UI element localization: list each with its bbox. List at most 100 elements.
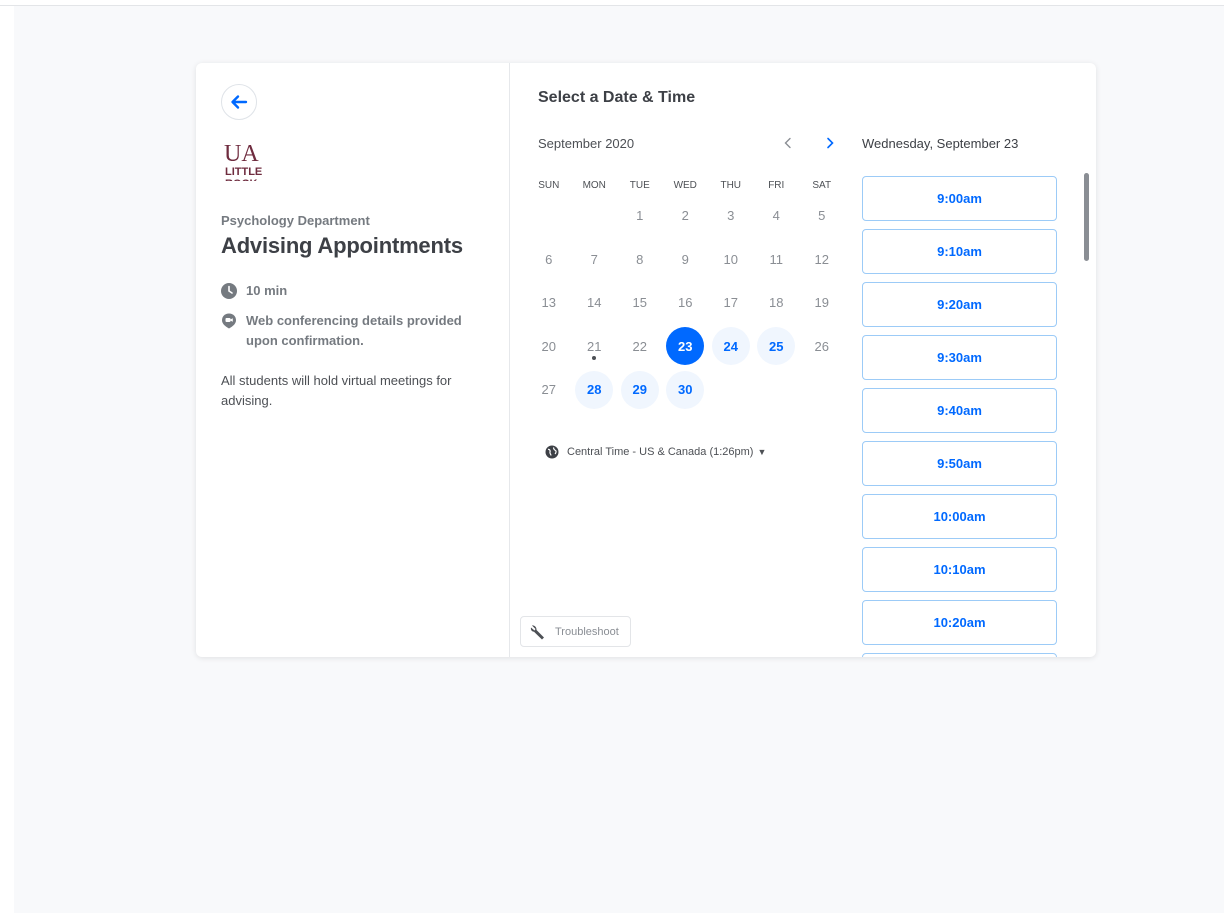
day-number: 17: [723, 295, 738, 311]
timezone-label: Central Time - US & Canada (1:26pm): [567, 446, 754, 458]
weekday-label: SAT: [812, 180, 832, 191]
day-number: 30: [666, 370, 705, 409]
weekday-label: THU: [720, 180, 742, 191]
available-day[interactable]: 28: [572, 368, 618, 412]
day-number: 7: [590, 251, 598, 267]
time-slot-button[interactable]: 9:40am: [862, 388, 1057, 433]
calendar-day: 20: [526, 325, 572, 369]
organization-name: Psychology Department: [221, 213, 370, 228]
weekday-label: TUE: [629, 180, 650, 191]
location-pin-icon: [222, 313, 236, 329]
day-number: 14: [587, 295, 602, 311]
event-description: All students will hold virtual meetings …: [221, 371, 491, 411]
calendar-day: 21: [572, 325, 618, 369]
calendar-day: 4: [754, 194, 800, 238]
empty-day-cell: [572, 194, 618, 238]
time-slot-button[interactable]: 9:00am: [862, 176, 1057, 221]
time-slot-button[interactable]: 9:20am: [862, 282, 1057, 327]
day-number: 6: [545, 251, 553, 267]
day-number: 4: [772, 208, 780, 224]
day-number: 9: [681, 251, 689, 267]
day-number: 8: [636, 251, 644, 267]
scrollbar[interactable]: [1084, 173, 1089, 261]
day-number: 3: [727, 208, 735, 224]
location-line-1: Web conferencing details provided: [246, 313, 462, 328]
calendar-day: 5: [799, 194, 845, 238]
calendar-day: 12: [799, 238, 845, 282]
wrench-icon: [530, 624, 544, 639]
duration-row: 10 min: [221, 281, 287, 301]
selected-day[interactable]: 23: [663, 325, 709, 369]
troubleshoot-button[interactable]: Troubleshoot: [520, 616, 631, 647]
calendar-day: 17: [708, 281, 754, 325]
weekday-label: MON: [582, 180, 606, 191]
day-number: 2: [681, 208, 689, 224]
description-line-1: All students will hold virtual meetings …: [221, 373, 452, 388]
calendar-day: 22: [617, 325, 663, 369]
day-number: 29: [620, 370, 659, 409]
globe-icon: [545, 445, 559, 459]
day-number: 28: [575, 370, 614, 409]
available-day[interactable]: 24: [708, 325, 754, 369]
calendar-day: 13: [526, 281, 572, 325]
chevron-left-icon: [784, 137, 791, 149]
svg-text:UA: UA: [224, 141, 259, 167]
pane-title: Select a Date & Time: [538, 89, 696, 106]
booking-card: UA LITTLE ROCK Psychology Department Adv…: [196, 63, 1096, 657]
calendar-day: 7: [572, 238, 618, 282]
calendar-day: 6: [526, 238, 572, 282]
available-day[interactable]: 25: [754, 325, 800, 369]
chevron-right-icon: [827, 137, 834, 149]
time-slot-button[interactable]: 10:00am: [862, 494, 1057, 539]
time-slot-button[interactable]: 10:20am: [862, 600, 1057, 645]
calendar-day: 26: [799, 325, 845, 369]
day-number: 20: [541, 338, 556, 354]
description-line-2: advising.: [221, 393, 273, 408]
back-button[interactable]: [221, 84, 257, 120]
weekday-header: SUN MON TUE WED THU FRI SAT: [526, 180, 845, 191]
svg-text:LITTLE: LITTLE: [225, 166, 262, 178]
time-slot-list: 9:00am 9:10am 9:20am 9:30am 9:40am 9:50am 10:0…: [862, 176, 1057, 657]
day-number: 24: [711, 327, 750, 366]
calendar-day: 15: [617, 281, 663, 325]
timezone-selector[interactable]: Central Time - US & Canada (1:26pm) ▼: [545, 445, 766, 459]
time-slot-button[interactable]: [862, 653, 1057, 657]
calendar-day: 14: [572, 281, 618, 325]
time-slot-button[interactable]: 9:50am: [862, 441, 1057, 486]
caret-down-icon: ▼: [757, 447, 767, 457]
empty-day-cell: [526, 194, 572, 238]
day-number: 26: [814, 338, 829, 354]
time-slot-button[interactable]: 9:30am: [862, 335, 1057, 380]
available-day[interactable]: 30: [663, 368, 709, 412]
weekday-label: FRI: [768, 180, 785, 191]
day-number: 5: [818, 208, 826, 224]
location-row: Web conferencing details provided upon c…: [221, 311, 462, 351]
duration-label: 10 min: [246, 283, 288, 298]
day-number: 13: [541, 295, 556, 311]
day-number: 11: [769, 251, 784, 267]
day-number: 15: [632, 295, 647, 311]
date-time-pane: Select a Date & Time September 2020 SUN M…: [510, 63, 1096, 657]
day-number: 1: [636, 208, 644, 224]
day-number: 10: [723, 251, 738, 267]
calendar-day: 9: [663, 238, 709, 282]
calendar-day: 3: [708, 194, 754, 238]
top-bar: [0, 0, 1224, 6]
selected-date-heading: Wednesday, September 23: [862, 136, 1019, 151]
calendar-day: 2: [663, 194, 709, 238]
time-slot-button[interactable]: 10:10am: [862, 547, 1057, 592]
event-details-pane: UA LITTLE ROCK Psychology Department Adv…: [196, 63, 510, 657]
next-month-button[interactable]: [820, 133, 840, 153]
calendar-day: 18: [754, 281, 800, 325]
day-number: 16: [678, 295, 693, 311]
previous-month-button[interactable]: [778, 133, 798, 153]
weekday-label: SUN: [538, 180, 560, 191]
calendar-day: 1: [617, 194, 663, 238]
today-indicator-dot: [592, 355, 597, 360]
available-day[interactable]: 29: [617, 368, 663, 412]
day-number: 19: [814, 295, 829, 311]
day-number: 21: [587, 338, 602, 354]
day-number: 23: [666, 327, 705, 366]
time-slot-button[interactable]: 9:10am: [862, 229, 1057, 274]
troubleshoot-label: Troubleshoot: [555, 625, 619, 638]
